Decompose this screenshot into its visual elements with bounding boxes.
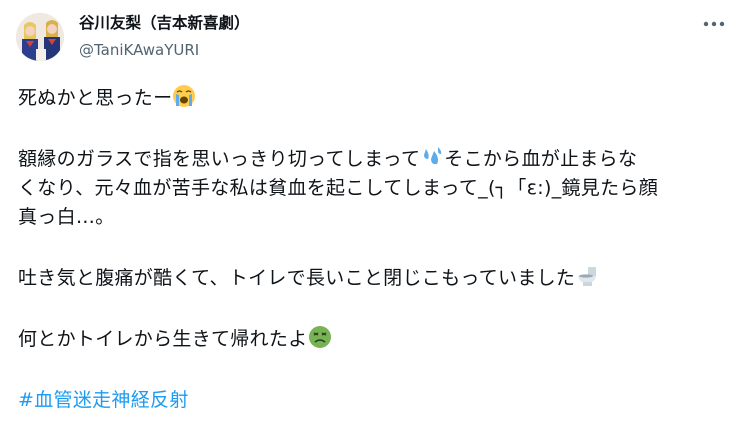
more-horizontal-icon: [703, 21, 725, 27]
hashtag-link[interactable]: #血管迷走神経反射: [18, 389, 189, 411]
more-options-button[interactable]: [698, 12, 730, 36]
tweet-paragraph-4: 何とかトイレから生きて帰れたよ: [18, 325, 724, 354]
avatar[interactable]: [16, 13, 64, 61]
display-name[interactable]: 谷川友梨（吉本新喜劇）: [79, 13, 250, 33]
tweet-hashtags: #血管迷走神経反射: [18, 386, 724, 415]
tweet-line-1: 死ぬかと思ったー: [18, 84, 724, 113]
tweet-paragraph-3: 吐き気と腹痛が酷くて、トイレで長いこと閉じこもっていました: [18, 264, 724, 293]
tweet-card: 谷川友梨（吉本新喜劇） @TaniKAwaYURI 死ぬかと思ったー 額縁のガラ…: [0, 0, 739, 443]
toilet-icon: [578, 267, 597, 286]
tweet-paragraph-2: 額縁のガラスで指を思いっきり切ってしまって そこから血が止まらな くなり、元々血が…: [18, 145, 724, 232]
sweat-droplets-icon: [424, 147, 442, 165]
nauseated-face-icon: [308, 326, 331, 348]
loudly-crying-face-icon: [173, 85, 196, 107]
user-handle[interactable]: @TaniKAwaYURI: [79, 40, 199, 60]
tweet-text: 死ぬかと思ったー 額縁のガラスで指を思いっきり切ってしまって そこから血が止まら…: [18, 84, 724, 415]
